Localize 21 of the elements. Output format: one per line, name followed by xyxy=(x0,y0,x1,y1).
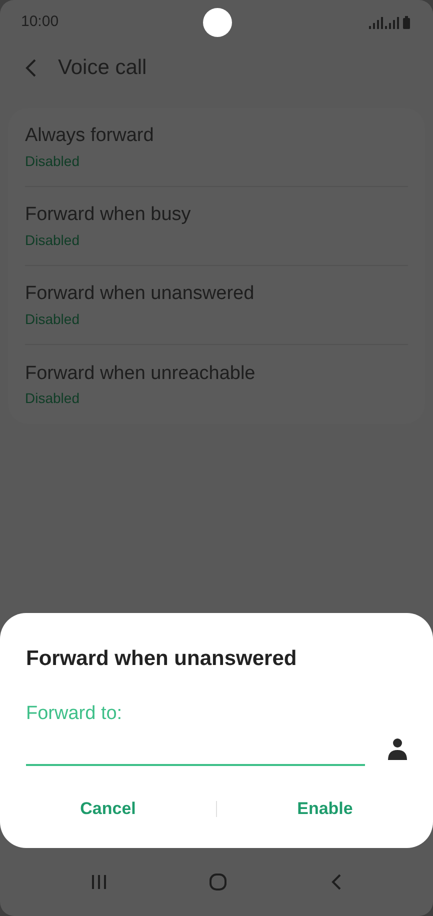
contact-icon[interactable] xyxy=(388,738,407,760)
status-time: 10:00 xyxy=(21,12,59,32)
back-icon[interactable] xyxy=(24,58,38,78)
back-icon[interactable] xyxy=(330,874,342,890)
recent-apps-icon[interactable] xyxy=(91,874,108,890)
camera-hole xyxy=(203,8,232,37)
home-icon[interactable] xyxy=(209,873,228,891)
status-icons xyxy=(368,16,412,30)
setting-status: Disabled xyxy=(25,152,80,171)
field-label: Forward to: xyxy=(25,702,124,726)
dialog-button[interactable]: Cancel xyxy=(0,792,216,826)
setting-status: Disabled xyxy=(25,310,80,329)
setting-title[interactable]: Forward when busy xyxy=(25,201,408,230)
screen-title: Voice call xyxy=(58,54,147,81)
setting-title[interactable]: Forward when unreachable xyxy=(25,360,408,388)
dialog-title: Forward when unanswered xyxy=(25,646,298,672)
setting-status: Disabled xyxy=(25,230,80,250)
setting-title[interactable]: Always forward xyxy=(25,122,408,151)
setting-title[interactable]: Forward when unanswered xyxy=(25,280,408,309)
dialog-button[interactable]: Enable xyxy=(217,792,433,826)
setting-status: Disabled xyxy=(25,389,80,408)
